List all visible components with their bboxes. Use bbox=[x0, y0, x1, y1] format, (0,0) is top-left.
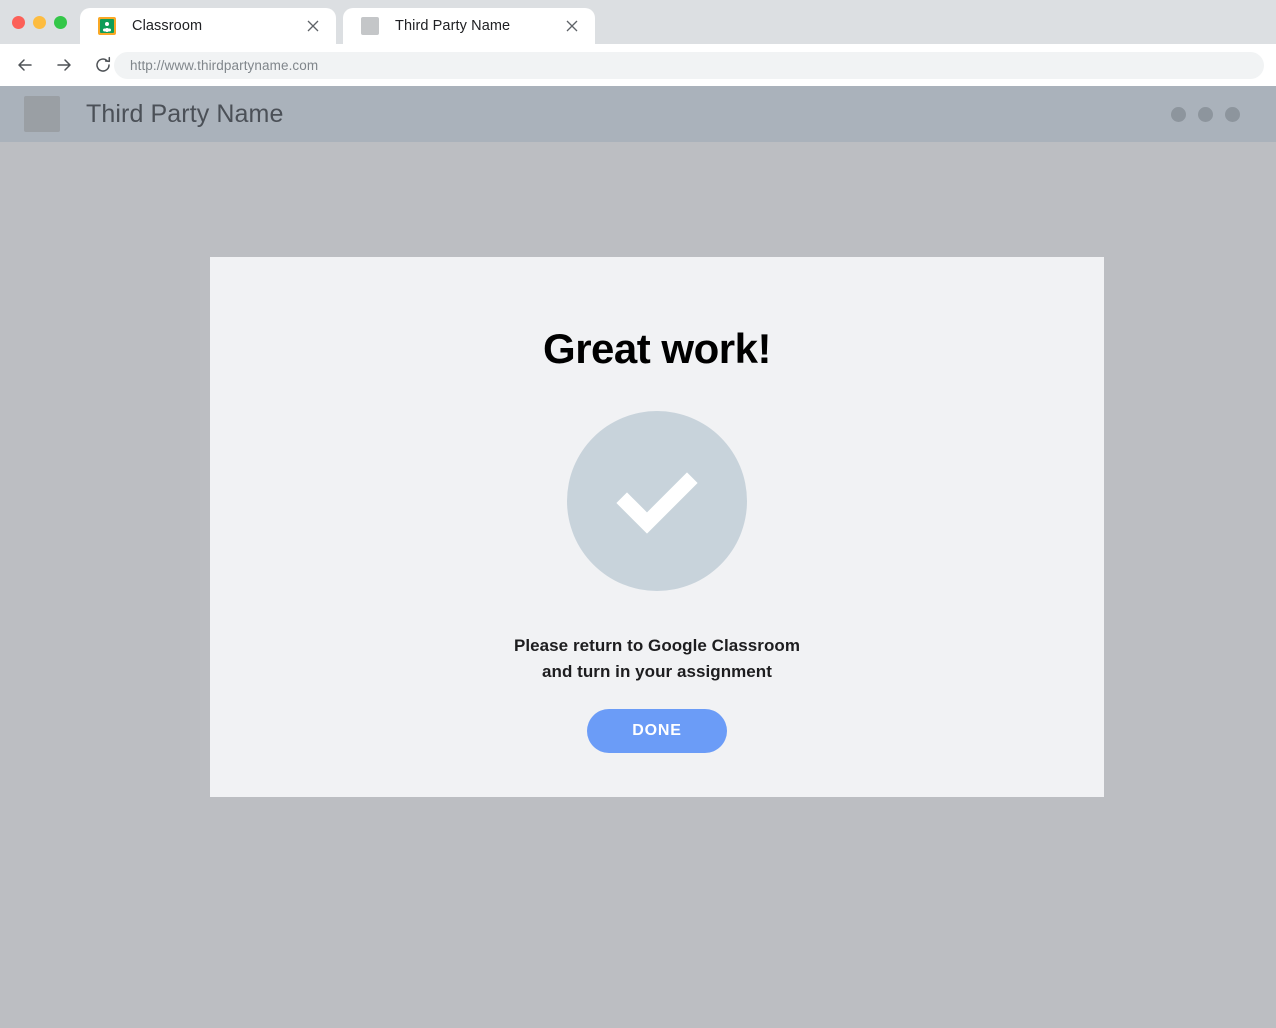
window-traffic-lights bbox=[12, 16, 67, 29]
site-header-menu[interactable] bbox=[1171, 106, 1240, 122]
site-title: Third Party Name bbox=[86, 99, 284, 128]
close-icon[interactable] bbox=[304, 17, 322, 35]
card-message-line-2: and turn in your assignment bbox=[542, 662, 772, 681]
completion-card: Great work! Please return to Google Clas… bbox=[210, 257, 1104, 797]
tab-third-party-name[interactable]: Third Party Name bbox=[343, 8, 595, 44]
site-logo-placeholder bbox=[24, 96, 60, 132]
card-message-line-1: Please return to Google Classroom bbox=[513, 636, 800, 655]
menu-dot-icon bbox=[1171, 106, 1186, 122]
tab-strip: Classroom Third Party Name bbox=[0, 0, 1276, 44]
card-message: Please return to Google Classroom and tu… bbox=[514, 633, 800, 685]
window-minimize-button[interactable] bbox=[33, 16, 46, 29]
card-heading: Great work! bbox=[543, 325, 771, 372]
browser-toolbar: http://www.thirdpartyname.com bbox=[0, 44, 1276, 86]
back-arrow-icon[interactable] bbox=[9, 49, 41, 81]
site-header: Third Party Name bbox=[0, 86, 1276, 142]
placeholder-favicon-icon bbox=[361, 17, 379, 35]
page-content: Great work! Please return to Google Clas… bbox=[0, 142, 1276, 1028]
forward-arrow-icon[interactable] bbox=[48, 49, 80, 81]
close-icon[interactable] bbox=[563, 17, 581, 35]
done-button[interactable]: DONE bbox=[587, 709, 727, 753]
address-bar[interactable]: http://www.thirdpartyname.com bbox=[114, 52, 1264, 79]
google-classroom-icon bbox=[98, 17, 116, 35]
window-maximize-button[interactable] bbox=[54, 16, 67, 29]
address-bar-url: http://www.thirdpartyname.com bbox=[130, 58, 319, 73]
tab-third-party-name-label: Third Party Name bbox=[395, 18, 511, 34]
menu-dot-icon bbox=[1198, 106, 1213, 122]
tab-classroom[interactable]: Classroom bbox=[80, 8, 336, 44]
window-close-button[interactable] bbox=[12, 16, 25, 29]
tab-classroom-label: Classroom bbox=[132, 18, 203, 34]
check-circle-icon bbox=[567, 411, 747, 591]
browser-window: Classroom Third Party Name http://www.th… bbox=[0, 0, 1276, 1028]
menu-dot-icon bbox=[1225, 106, 1240, 122]
